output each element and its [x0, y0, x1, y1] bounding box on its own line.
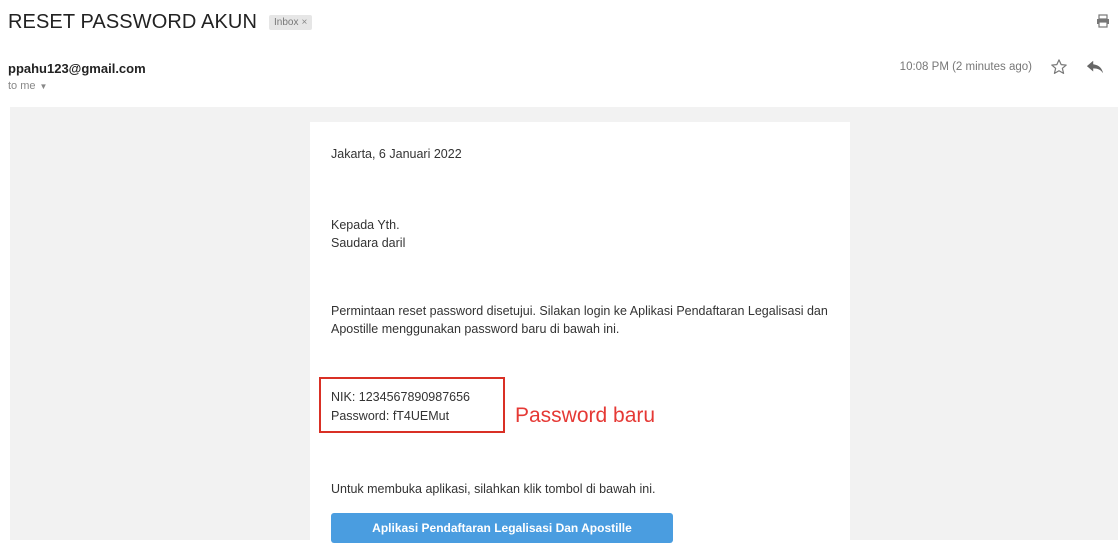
password-annotation: Password baru: [515, 404, 656, 427]
new-password-value: Password: fT4UEMut: [331, 409, 450, 423]
email-subject: RESET PASSWORD AKUN: [8, 10, 257, 33]
email-subject-row: RESET PASSWORD AKUN Inbox ×: [8, 8, 313, 36]
recipient-details-toggle[interactable]: to me ▼: [8, 80, 47, 92]
chevron-down-icon: ▼: [39, 81, 48, 91]
greeting-line-1: Kepada Yth.: [331, 218, 400, 232]
greeting-line-2: Saudara daril: [331, 236, 406, 250]
inbox-label-chip[interactable]: Inbox ×: [269, 14, 313, 30]
message-meta: 10:08 PM (2 minutes ago): [900, 58, 1104, 76]
reset-approval-paragraph: Permintaan reset password disetujui. Sil…: [331, 304, 828, 336]
letter-date: Jakarta, 6 Januari 2022: [331, 147, 462, 161]
open-application-button[interactable]: Aplikasi Pendaftaran Legalisasi Dan Apos…: [331, 513, 673, 543]
inbox-label-text: Inbox: [274, 16, 299, 28]
nik-value: NIK: 1234567890987656: [331, 390, 471, 404]
open-app-instruction: Untuk membuka aplikasi, silahkan klik to…: [331, 482, 656, 496]
print-icon[interactable]: [1096, 14, 1110, 28]
remove-label-icon[interactable]: ×: [301, 17, 307, 28]
star-icon[interactable]: [1050, 58, 1068, 76]
letter-greeting: Kepada Yth. Saudara daril: [331, 216, 405, 252]
email-content-card: Jakarta, 6 Januari 2022 Kepada Yth. Saud…: [310, 122, 850, 543]
recipient-label: to me: [8, 80, 36, 92]
message-timestamp: 10:08 PM (2 minutes ago): [899, 61, 1032, 73]
sender-email[interactable]: ppahu123@gmail.com: [8, 61, 146, 76]
reply-icon[interactable]: [1086, 59, 1104, 75]
